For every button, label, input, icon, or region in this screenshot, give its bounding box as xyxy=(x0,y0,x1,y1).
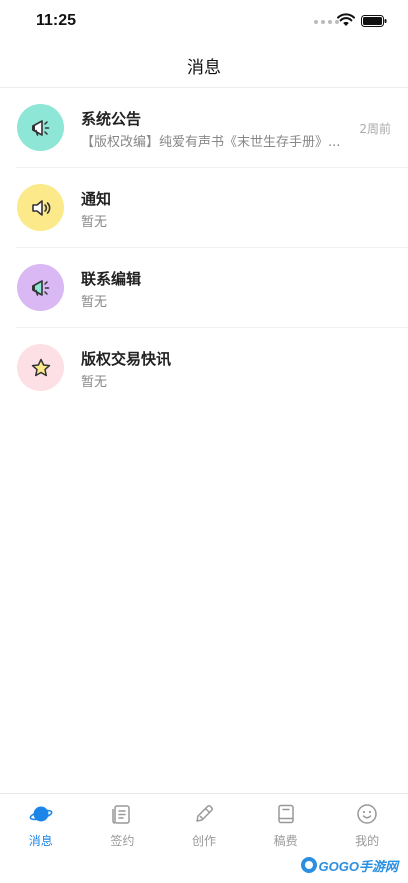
message-item-copyright-news[interactable]: 版权交易快讯 暂无 xyxy=(0,328,408,408)
watermark: GOGO手游网 xyxy=(299,855,398,875)
planet-icon xyxy=(29,806,53,822)
message-title: 系统公告 xyxy=(81,110,142,128)
tab-label: 稿费 xyxy=(273,834,298,848)
tab-create[interactable]: 创作 xyxy=(163,794,245,883)
message-item-system-announcement[interactable]: 系统公告 【版权改编】纯爱有声书《末世生存手册》... 2周前 xyxy=(0,88,408,168)
tab-label: 我的 xyxy=(355,834,380,848)
battery-icon xyxy=(361,15,387,27)
message-item-contact-editor[interactable]: 联系编辑 暂无 xyxy=(0,248,408,328)
contract-icon xyxy=(112,805,131,824)
avatar xyxy=(17,264,64,311)
message-preview: 暂无 xyxy=(81,295,108,310)
avatar xyxy=(17,104,64,151)
watermark-text: GOGO手游网 xyxy=(318,858,398,874)
avatar xyxy=(17,344,64,391)
speaker-icon xyxy=(31,199,50,216)
book-icon xyxy=(277,804,294,824)
pencil-icon xyxy=(196,805,213,822)
message-item-notification[interactable]: 通知 暂无 xyxy=(0,168,408,248)
message-title: 通知 xyxy=(81,190,112,208)
tab-messages[interactable]: 消息 xyxy=(0,794,82,883)
status-time: 11:25 xyxy=(36,12,77,29)
smiley-icon xyxy=(357,804,377,824)
tab-label: 消息 xyxy=(28,834,53,848)
status-bar: 11:25 xyxy=(0,0,408,44)
wifi-icon xyxy=(337,13,355,26)
cellular-signal-icon xyxy=(314,20,339,24)
message-title: 版权交易快讯 xyxy=(81,350,172,368)
tab-label: 签约 xyxy=(110,834,135,848)
megaphone-icon xyxy=(31,119,49,136)
megaphone-icon xyxy=(31,279,49,296)
tab-contract[interactable]: 签约 xyxy=(82,794,164,883)
watermark-logo-icon xyxy=(300,857,317,873)
page-title: 消息 xyxy=(187,58,221,78)
message-preview: 暂无 xyxy=(81,215,108,230)
nav-bar: 消息 xyxy=(0,44,408,88)
star-icon xyxy=(31,358,50,376)
message-list: 系统公告 【版权改编】纯爱有声书《末世生存手册》... 2周前 通知 暂无 联系… xyxy=(0,88,408,408)
message-time: 2周前 xyxy=(359,122,391,136)
tab-label: 创作 xyxy=(191,834,216,848)
message-preview: 【版权改编】纯爱有声书《末世生存手册》... xyxy=(81,135,341,150)
avatar xyxy=(17,184,64,231)
message-title: 联系编辑 xyxy=(81,270,142,288)
message-preview: 暂无 xyxy=(81,375,108,390)
